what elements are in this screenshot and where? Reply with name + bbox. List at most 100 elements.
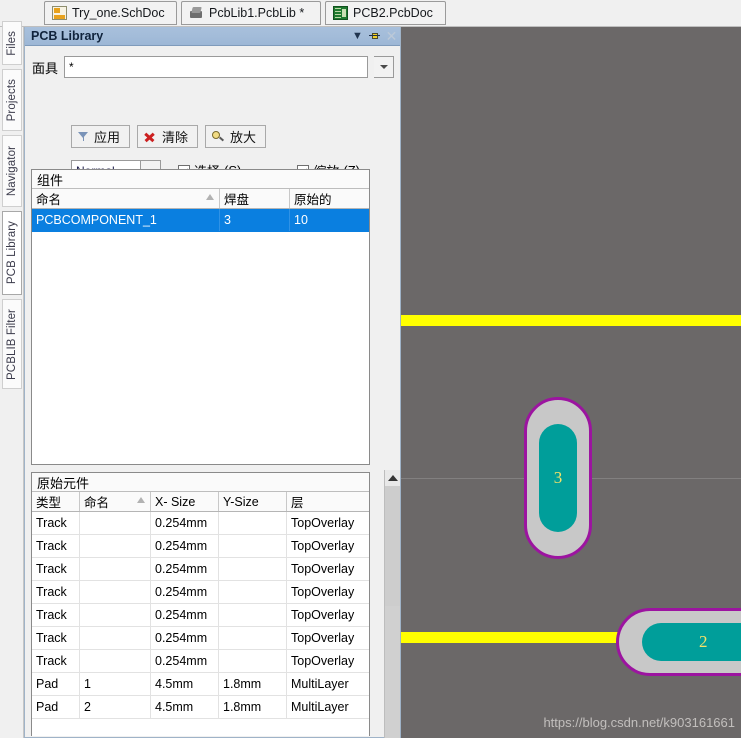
cell-x-size: 0.254mm xyxy=(151,558,219,580)
sidebar-item-pcb-library[interactable]: PCB Library xyxy=(2,211,22,295)
pcb-pad-3[interactable]: 3 xyxy=(524,397,592,559)
table-row[interactable]: Track 0.254mm TopOverlay xyxy=(32,512,369,535)
cell-layer: TopOverlay xyxy=(287,535,369,557)
zoom-button[interactable]: 放大 xyxy=(205,125,266,148)
components-table-header: 命名 焊盘 原始的 xyxy=(32,189,369,209)
column-header-pads[interactable]: 焊盘 xyxy=(220,189,290,208)
sidebar-item-label: Files xyxy=(6,31,18,56)
pin-icon[interactable] xyxy=(366,28,383,45)
document-tab-pcbdoc[interactable]: PCB2.PcbDoc xyxy=(325,1,446,25)
mask-dropdown-button[interactable] xyxy=(374,56,394,78)
cell-y-size xyxy=(219,535,287,557)
cell-x-size: 4.5mm xyxy=(151,696,219,718)
red-x-icon xyxy=(144,131,157,143)
cell-y-size xyxy=(219,604,287,626)
clear-button[interactable]: 清除 xyxy=(137,125,198,148)
cell-name xyxy=(80,604,151,626)
cell-layer: TopOverlay xyxy=(287,581,369,603)
sort-ascending-icon xyxy=(206,194,214,200)
close-icon[interactable]: ✕ xyxy=(383,28,400,45)
chevron-up-icon xyxy=(388,475,398,481)
sidebar-item-label: PCBLIB Filter xyxy=(6,309,18,380)
column-header-y-size[interactable]: Y-Size xyxy=(219,492,287,511)
cell-y-size: 1.8mm xyxy=(219,673,287,695)
cell-y-size xyxy=(219,512,287,534)
funnel-icon xyxy=(78,131,89,142)
sidebar-item-navigator[interactable]: Navigator xyxy=(2,135,22,207)
cell-layer: TopOverlay xyxy=(287,627,369,649)
cell-layer: TopOverlay xyxy=(287,650,369,672)
pcb-pad-2[interactable]: 2 xyxy=(616,608,741,676)
table-row[interactable]: Track 0.254mm TopOverlay xyxy=(32,581,369,604)
scrollbar-thumb[interactable] xyxy=(385,486,400,606)
mask-input[interactable]: * xyxy=(64,56,368,78)
cell-type: Track xyxy=(32,604,80,626)
sidebar-item-label: Projects xyxy=(6,79,18,121)
cell-y-size xyxy=(219,650,287,672)
document-tab-sch[interactable]: Try_one.SchDoc xyxy=(44,1,177,25)
sidebar-item-projects[interactable]: Projects xyxy=(2,69,22,131)
document-tab-bar: Try_one.SchDoc PcbLib1.PcbLib * PCB2.Pcb… xyxy=(0,0,741,27)
cell-x-size: 0.254mm xyxy=(151,604,219,626)
cell-x-size: 0.254mm xyxy=(151,512,219,534)
sidebar-item-files[interactable]: Files xyxy=(2,21,22,65)
column-header-name[interactable]: 命名 xyxy=(80,492,151,511)
primitives-table-scrollbar[interactable] xyxy=(384,470,400,738)
table-row[interactable]: PCBCOMPONENT_1 3 10 xyxy=(32,209,369,232)
panel-title-text: PCB Library xyxy=(31,29,349,43)
primitives-table-header: 类型 命名 X- Size Y-Size 层 xyxy=(32,492,369,512)
cell-layer: TopOverlay xyxy=(287,604,369,626)
chevron-down-icon xyxy=(380,65,388,69)
apply-button-label: 应用 xyxy=(94,127,120,146)
sidebar-item-label: PCB Library xyxy=(6,221,18,284)
primitives-table-caption: 原始元件 xyxy=(32,473,369,492)
table-row[interactable]: Pad 2 4.5mm 1.8mm MultiLayer xyxy=(32,696,369,719)
cell-name xyxy=(80,650,151,672)
column-header-x-size[interactable]: X- Size xyxy=(151,492,219,511)
cell-x-size: 4.5mm xyxy=(151,673,219,695)
schematic-document-icon xyxy=(52,6,67,20)
sidebar-item-pcblib-filter[interactable]: PCBLIB Filter xyxy=(2,299,22,389)
cell-layer: MultiLayer xyxy=(287,673,369,695)
table-row[interactable]: Track 0.254mm TopOverlay xyxy=(32,604,369,627)
cell-name: 1 xyxy=(80,673,151,695)
sort-ascending-icon xyxy=(137,497,145,503)
mask-filter-row: 面具 * xyxy=(32,55,394,79)
mask-label: 面具 xyxy=(32,58,58,77)
pcb-track-top[interactable] xyxy=(401,315,741,326)
left-panel-tab-strip: Files Projects Navigator PCB Library PCB… xyxy=(0,27,24,738)
document-tab-label: PCB2.PcbDoc xyxy=(353,7,433,20)
table-row[interactable]: Track 0.254mm TopOverlay xyxy=(32,535,369,558)
components-table: 组件 命名 焊盘 原始的 PCBCOMPONENT_1 3 10 xyxy=(31,169,370,465)
column-header-primitives[interactable]: 原始的 xyxy=(290,189,369,208)
clear-button-label: 清除 xyxy=(162,127,188,146)
cell-type: Track xyxy=(32,558,80,580)
scroll-up-button[interactable] xyxy=(385,470,400,486)
table-row[interactable]: Track 0.254mm TopOverlay xyxy=(32,650,369,673)
components-table-caption: 组件 xyxy=(32,170,369,189)
pcb-canvas[interactable]: 3 2 https://blog.csdn.net/k903161661 xyxy=(401,27,741,738)
column-header-type[interactable]: 类型 xyxy=(32,492,80,511)
pcb-library-document-icon xyxy=(189,6,204,20)
table-row[interactable]: Track 0.254mm TopOverlay xyxy=(32,558,369,581)
document-tab-label: Try_one.SchDoc xyxy=(72,7,165,20)
chevron-down-icon[interactable]: ▼ xyxy=(349,28,366,45)
panel-title-bar: PCB Library ▼ ✕ xyxy=(25,27,400,46)
column-header-name[interactable]: 命名 xyxy=(32,189,220,208)
cell-y-size xyxy=(219,581,287,603)
pad-designator-2: 2 xyxy=(642,623,741,661)
apply-button[interactable]: 应用 xyxy=(71,125,130,148)
cell-primitives: 10 xyxy=(290,209,369,231)
table-row[interactable]: Pad 1 4.5mm 1.8mm MultiLayer xyxy=(32,673,369,696)
pcb-document-icon xyxy=(333,6,348,20)
pcb-track-bottom[interactable] xyxy=(401,632,641,643)
document-tab-pcblib[interactable]: PcbLib1.PcbLib * xyxy=(181,1,321,25)
column-header-layer[interactable]: 层 xyxy=(287,492,369,511)
table-row[interactable]: Track 0.254mm TopOverlay xyxy=(32,627,369,650)
primitives-table: 原始元件 类型 命名 X- Size Y-Size 层 xyxy=(31,472,370,736)
cell-layer: MultiLayer xyxy=(287,696,369,718)
cell-type: Track xyxy=(32,581,80,603)
cell-y-size xyxy=(219,558,287,580)
cell-name xyxy=(80,581,151,603)
cell-y-size: 1.8mm xyxy=(219,696,287,718)
